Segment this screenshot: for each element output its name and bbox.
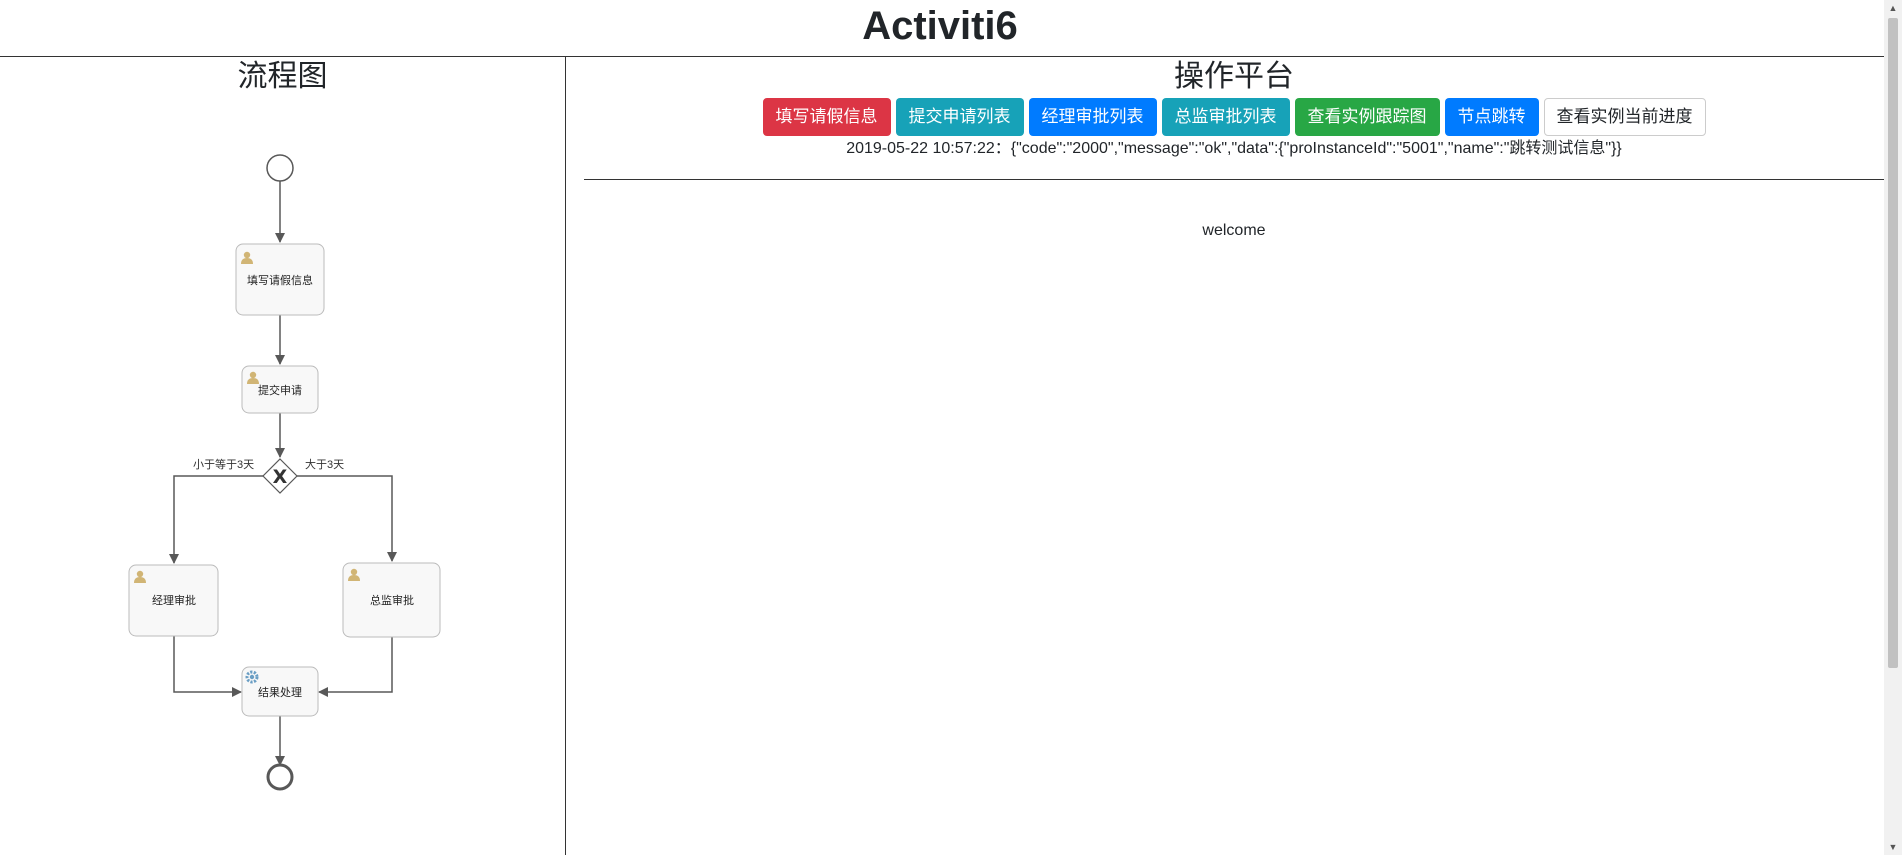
flow-manager-to-result (173, 636, 242, 697)
process-diagram: 填写请假信息 提交申请 X 小于等于3天 大于3天 经理审批 总监审批 结果处理 (128, 154, 441, 791)
gateway-symbol: X (273, 466, 288, 488)
task-director-approval: 总监审批 (342, 562, 441, 638)
panel-title-diagram: 流程图 (237, 60, 328, 93)
instance-progress-button[interactable]: 查看实例当前进度 (1543, 98, 1706, 136)
task-submit: 提交申请 (241, 365, 319, 414)
instance-trace-diagram-button[interactable]: 查看实例跟踪图 (1294, 98, 1440, 136)
end-event (266, 763, 294, 791)
status-message: 2019-05-22 10:57:22：{"code":"2000","mess… (846, 140, 1622, 157)
director-approval-list-button[interactable]: 总监审批列表 (1161, 98, 1290, 136)
welcome-text: welcome (1202, 222, 1266, 239)
content-divider (584, 179, 1884, 180)
submit-list-button[interactable]: 提交申请列表 (895, 98, 1024, 136)
flow-gateway-to-director (297, 475, 397, 562)
task-label: 总监审批 (370, 593, 414, 607)
start-event (266, 154, 294, 182)
panel-title-operations: 操作平台 (1174, 60, 1294, 93)
flow-gateway-to-manager (169, 475, 263, 564)
task-label: 经理审批 (152, 593, 196, 607)
node-jump-button[interactable]: 节点跳转 (1444, 98, 1539, 136)
scroll-down-arrow-icon[interactable]: ▼ (1884, 839, 1902, 855)
operation-panel: 操作平台 填写请假信息 提交申请列表 经理审批列表 总监审批列表 查看实例跟踪图… (566, 57, 1884, 855)
task-label: 提交申请 (258, 383, 302, 397)
scrollbar-thumb[interactable] (1888, 18, 1898, 668)
fill-leave-info-button[interactable]: 填写请假信息 (762, 98, 891, 136)
gear-icon (245, 670, 259, 684)
manager-approval-list-button[interactable]: 经理审批列表 (1028, 98, 1157, 136)
app-title: Activiti6 (862, 4, 1018, 48)
exclusive-gateway: X (262, 458, 298, 494)
vertical-scrollbar[interactable]: ▲ ▼ (1884, 0, 1902, 855)
scroll-up-arrow-icon[interactable]: ▲ (1884, 0, 1902, 16)
task-label: 结果处理 (258, 686, 302, 699)
task-label: 填写请假信息 (247, 273, 313, 287)
flow-director-to-result (318, 637, 393, 697)
task-fill-leave-info: 填写请假信息 (235, 243, 325, 316)
action-button-row: 填写请假信息 提交申请列表 经理审批列表 总监审批列表 查看实例跟踪图 节点跳转… (566, 98, 1902, 136)
task-manager-approval: 经理审批 (128, 564, 219, 637)
task-result-processing: 结果处理 (241, 666, 319, 717)
flow-label-gt3: 大于3天 (305, 457, 344, 471)
process-diagram-panel: 流程图 填写请假信息 提交申请 X 小于等于3天 大于3天 经理审批 总监审批 … (0, 57, 565, 855)
flow-label-le3: 小于等于3天 (193, 457, 254, 471)
